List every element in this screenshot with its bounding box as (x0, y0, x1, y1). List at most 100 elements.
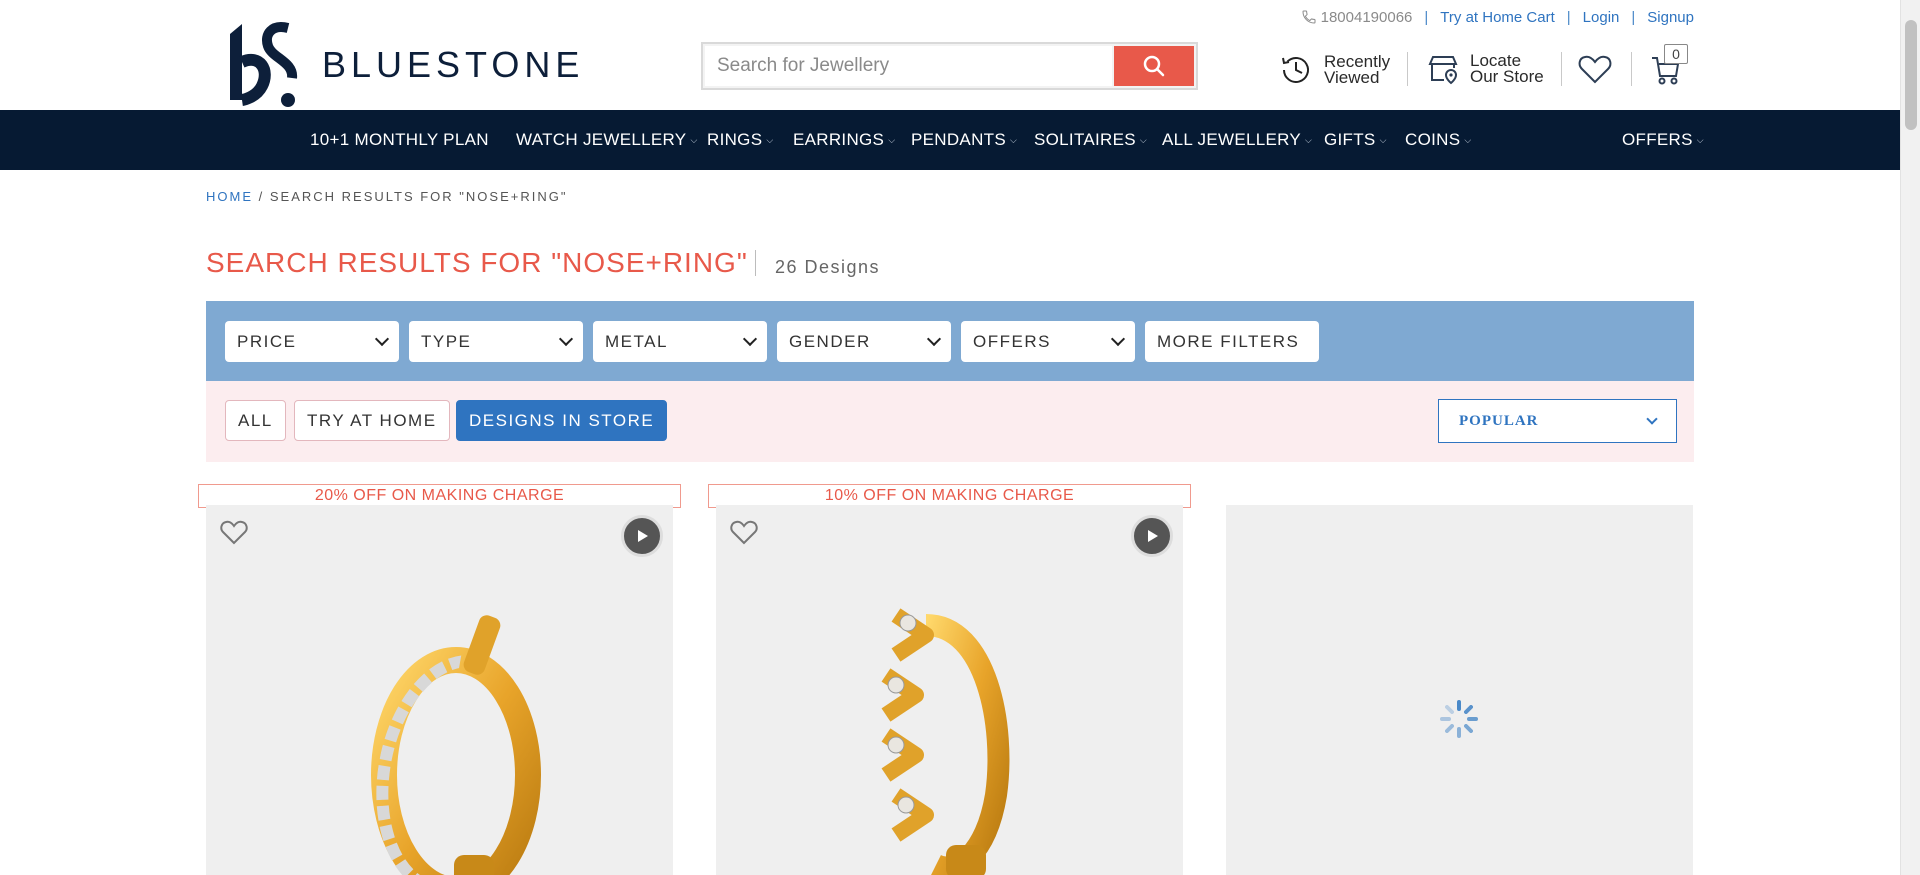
bluestone-logo-icon[interactable] (212, 20, 302, 110)
product-card-loading (1226, 505, 1693, 875)
try-home-cart-link[interactable]: Try at Home Cart (1440, 9, 1554, 26)
filter-label: MORE FILTERS (1157, 331, 1300, 351)
filter-type[interactable]: TYPE (409, 321, 583, 362)
chevron-down-icon: ⌵ (1696, 134, 1704, 145)
filter-bar: PRICE TYPE METAL GENDER OFFERS MORE FILT… (206, 301, 1694, 381)
play-video-button[interactable] (1131, 515, 1173, 557)
hoop-nose-ring-image (371, 615, 541, 875)
search-bar (701, 42, 1198, 90)
nav-label: OFFERS (1622, 130, 1693, 149)
filter-label: OFFERS (973, 331, 1051, 351)
chevron-nose-ring-image (881, 608, 1010, 875)
filter-label: GENDER (789, 331, 871, 351)
chevron-down-icon: ⌵ (1464, 134, 1472, 145)
wishlist-heart-icon[interactable] (730, 519, 758, 545)
results-count: 26 Designs (775, 257, 881, 277)
chevron-down-icon (926, 331, 942, 347)
nav-label: GIFTS (1324, 130, 1376, 149)
wishlist-button[interactable] (1578, 54, 1612, 84)
brand-name[interactable]: BLUESTONE (322, 44, 584, 86)
page-scrollbar[interactable] (1900, 0, 1920, 875)
nav-item-coins[interactable]: COINS ⌵ (1405, 110, 1471, 170)
divider: | (1424, 8, 1429, 26)
chevron-down-icon: ⌵ (888, 134, 896, 145)
recently-viewed-label-2: Viewed (1324, 68, 1380, 87)
nav-item-gifts[interactable]: GIFTS ⌵ (1324, 110, 1387, 170)
play-icon (1148, 530, 1158, 542)
filter-label: TYPE (421, 331, 472, 351)
breadcrumb: HOME / SEARCH RESULTS FOR "NOSE+RING" (206, 189, 567, 204)
divider (1407, 52, 1408, 86)
divider (1561, 52, 1562, 86)
search-button[interactable] (1114, 46, 1194, 86)
filter-more[interactable]: MORE FILTERS (1145, 321, 1319, 362)
store-locator-icon (1428, 56, 1458, 85)
nav-item-rings[interactable]: RINGS ⌵ (707, 110, 773, 170)
filter-metal[interactable]: METAL (593, 321, 767, 362)
chevron-down-icon: ⌵ (1305, 134, 1313, 145)
locate-label-2: Our Store (1470, 67, 1544, 86)
chip-try-at-home[interactable]: TRY AT HOME (294, 400, 450, 441)
utility-bar: 18004190066 | Try at Home Cart | Login |… (1301, 6, 1694, 28)
chevron-down-icon: ⌵ (1139, 134, 1148, 145)
product-card[interactable] (206, 505, 673, 875)
nav-item-all-jewellery[interactable]: ALL JEWELLERY ⌵ (1162, 110, 1312, 170)
sort-select[interactable]: POPULAR (1438, 399, 1677, 443)
chip-designs-in-store[interactable]: DESIGNS IN STORE (456, 400, 668, 441)
nav-label: 10+1 MONTHLY PLAN (310, 130, 489, 149)
nav-label: EARRINGS (793, 130, 885, 149)
main-nav: 10+1 MONTHLY PLAN WATCH JEWELLERY ⌵ RINGS… (0, 110, 1900, 170)
breadcrumb-home[interactable]: HOME (206, 189, 253, 204)
cart-count-badge: 0 (1664, 44, 1688, 64)
chevron-down-icon: ⌵ (690, 134, 698, 145)
filter-label: METAL (605, 331, 668, 351)
chevron-down-icon (1646, 413, 1658, 425)
chevron-down-icon (742, 331, 758, 347)
scrollbar-thumb[interactable] (1905, 20, 1917, 130)
history-clock-icon (1282, 57, 1309, 83)
divider: | (1631, 8, 1636, 26)
nav-label: ALL JEWELLERY (1162, 130, 1302, 149)
loading-spinner-icon (1440, 700, 1478, 738)
phone-icon (1302, 10, 1316, 24)
play-icon (638, 530, 648, 542)
nav-item-watch-jewellery[interactable]: WATCH JEWELLERY ⌵ (516, 110, 698, 170)
filter-label: PRICE (237, 331, 297, 351)
play-video-button[interactable] (621, 515, 663, 557)
divider (755, 250, 756, 276)
filter-offers[interactable]: OFFERS (961, 321, 1135, 362)
nav-item-solitaires[interactable]: SOLITAIRES ⌵ (1034, 110, 1147, 170)
nav-item-monthly-plan[interactable]: 10+1 MONTHLY PLAN (310, 110, 489, 170)
heart-icon (1578, 55, 1612, 84)
nav-label: COINS (1405, 130, 1461, 149)
search-icon (1143, 55, 1165, 77)
chevron-down-icon (1110, 331, 1126, 347)
login-link[interactable]: Login (1583, 9, 1620, 26)
recently-viewed-button[interactable]: Recently Viewed (1278, 52, 1390, 88)
page: 18004190066 | Try at Home Cart | Login |… (0, 0, 1920, 875)
nav-item-earrings[interactable]: EARRINGS ⌵ (793, 110, 895, 170)
locate-store-button[interactable]: Locate Our Store (1426, 52, 1544, 86)
nav-label: WATCH JEWELLERY (516, 130, 687, 149)
nav-item-offers[interactable]: OFFERS ⌵ (1622, 110, 1704, 170)
divider: | (1566, 8, 1571, 26)
divider (1631, 52, 1632, 86)
search-input[interactable] (705, 46, 1112, 86)
chevron-down-icon (558, 331, 574, 347)
nav-label: SOLITAIRES (1034, 130, 1136, 149)
availability-bar: ALL TRY AT HOME DESIGNS IN STORE POPULAR (206, 381, 1694, 462)
wishlist-heart-icon[interactable] (220, 519, 248, 545)
chip-all[interactable]: ALL (225, 400, 286, 441)
nav-item-pendants[interactable]: PENDANTS ⌵ (911, 110, 1017, 170)
chevron-down-icon (374, 331, 390, 347)
phone-link[interactable]: 18004190066 (1301, 9, 1412, 26)
chevron-down-icon: ⌵ (1009, 134, 1018, 145)
product-card[interactable] (716, 505, 1183, 875)
chevron-down-icon: ⌵ (1379, 134, 1387, 145)
filter-gender[interactable]: GENDER (777, 321, 951, 362)
breadcrumb-current: / SEARCH RESULTS FOR "NOSE+RING" (258, 189, 568, 204)
filter-price[interactable]: PRICE (225, 321, 399, 362)
nav-label: PENDANTS (911, 130, 1006, 149)
signup-link[interactable]: Signup (1647, 9, 1694, 26)
page-title: SEARCH RESULTS FOR "NOSE+RING" (206, 247, 748, 278)
